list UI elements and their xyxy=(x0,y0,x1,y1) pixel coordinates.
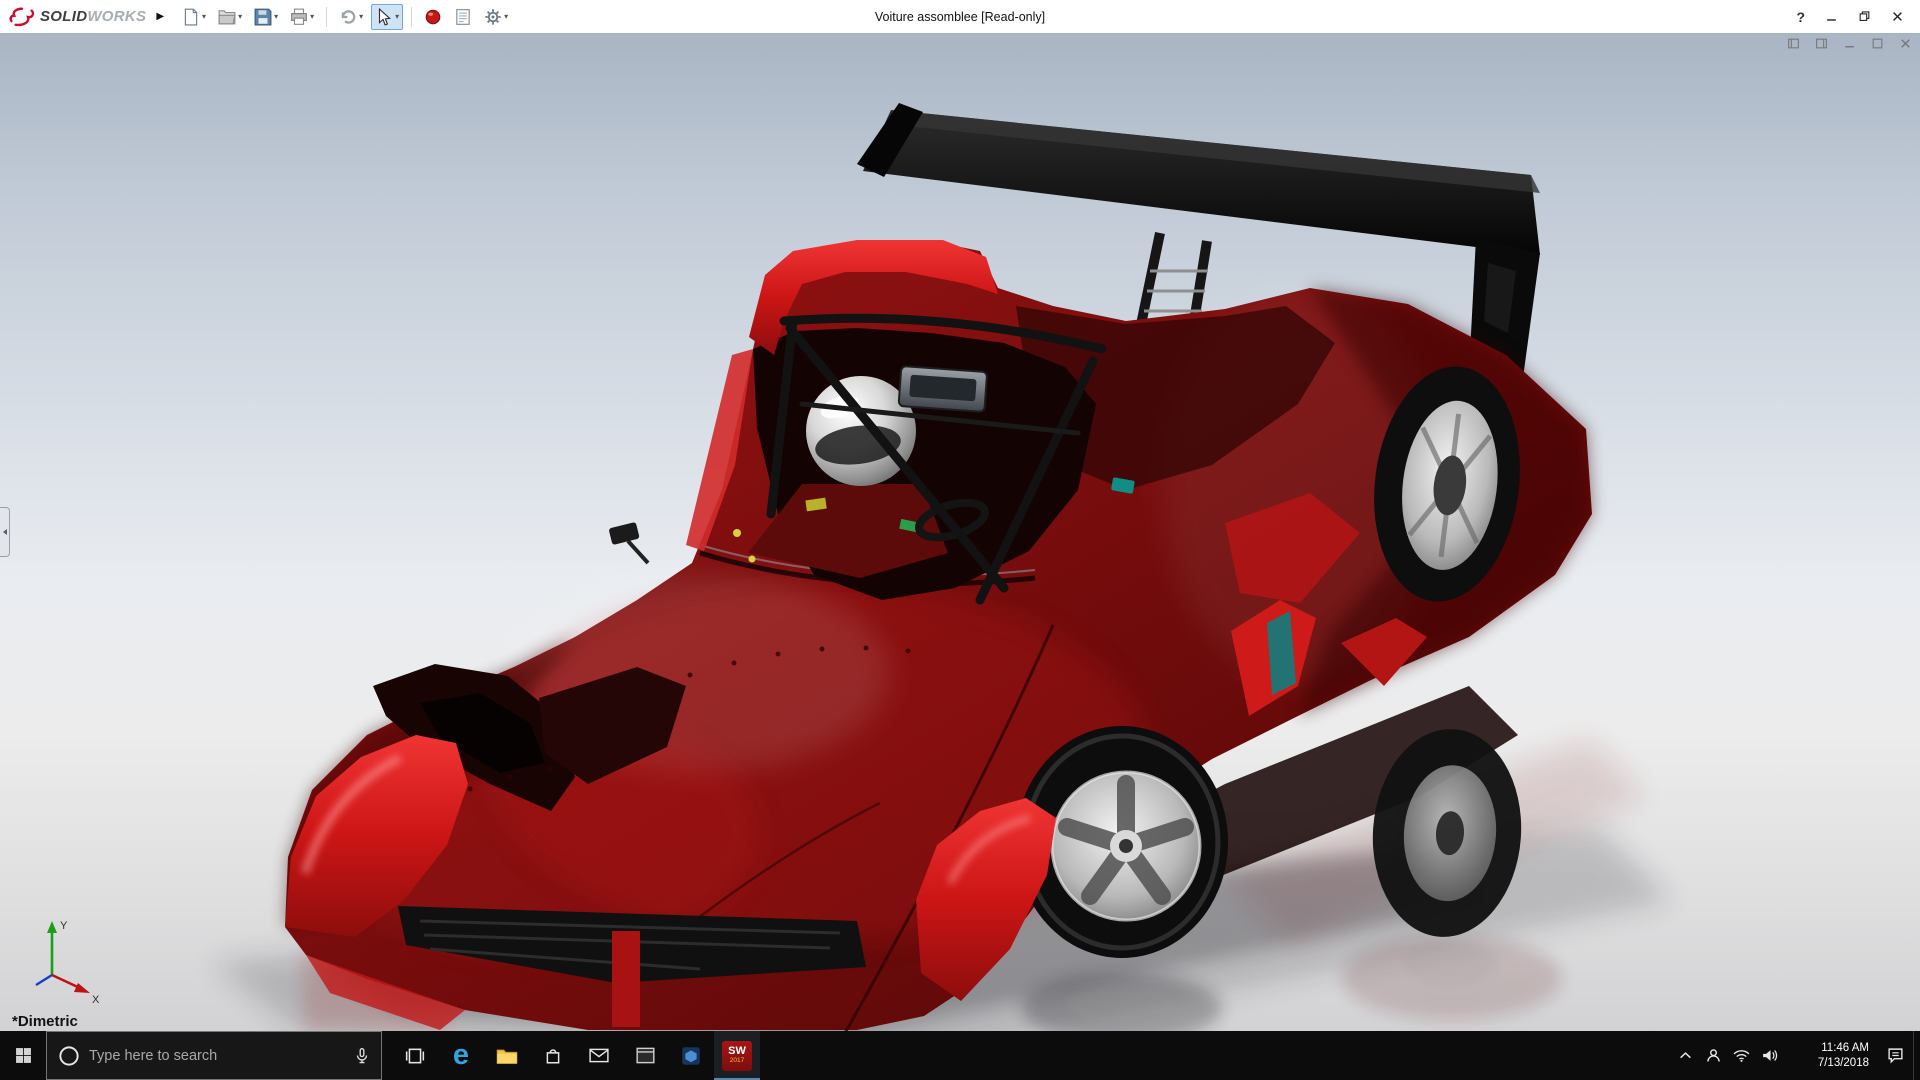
new-document-button[interactable]: ▾ xyxy=(178,4,210,30)
task-view-icon xyxy=(405,1048,425,1064)
y-axis-label: Y xyxy=(60,920,68,932)
dropdown-caret-icon[interactable]: ▾ xyxy=(274,13,278,21)
dock-left-icon[interactable] xyxy=(1787,37,1800,50)
volume-tray-icon[interactable] xyxy=(1755,1031,1783,1080)
file-explorer-icon[interactable] xyxy=(484,1031,530,1080)
hidden-icons-chevron[interactable] xyxy=(1671,1031,1699,1080)
wifi-icon xyxy=(1733,1049,1750,1062)
people-tray-icon[interactable] xyxy=(1699,1031,1727,1080)
cube-app-icon xyxy=(681,1046,701,1066)
taskbar-clock[interactable]: 11:46 AM 7/13/2018 xyxy=(1783,1031,1877,1080)
person-icon xyxy=(1706,1048,1721,1063)
window-app-icon xyxy=(636,1047,655,1064)
chevron-up-icon xyxy=(1679,1051,1692,1060)
speaker-icon xyxy=(1761,1048,1778,1063)
blue-cube-app-icon[interactable] xyxy=(668,1031,714,1080)
dropdown-caret-icon[interactable]: ▾ xyxy=(238,13,242,21)
document-window-controls xyxy=(1787,37,1912,50)
car-model[interactable] xyxy=(285,103,1592,1031)
shopping-bag-icon xyxy=(544,1047,562,1065)
app-title-bar: SOLIDWORKS ▶ ▾ ▾ ▾ ▾ ▾ xyxy=(0,0,1920,33)
solidworks-logo: SOLIDWORKS xyxy=(8,6,146,28)
doc-minimize-icon[interactable] xyxy=(1843,37,1856,50)
sheet-lines-icon xyxy=(454,8,472,26)
select-tool-button[interactable]: ▾ xyxy=(371,4,403,30)
task-view-button[interactable] xyxy=(392,1031,438,1080)
save-icon xyxy=(254,8,272,26)
ds-logo-mark xyxy=(8,6,36,28)
doc-maximize-icon[interactable] xyxy=(1871,37,1884,50)
microphone-icon[interactable] xyxy=(353,1047,371,1065)
restore-icon xyxy=(1858,10,1871,23)
taskbar-spacer xyxy=(760,1031,1671,1080)
toolbar-separator xyxy=(326,7,327,27)
close-button[interactable] xyxy=(1891,10,1904,23)
solidworks-app-badge: SW 2017 xyxy=(722,1041,752,1071)
undo-button[interactable]: ▾ xyxy=(335,4,367,30)
dropdown-caret-icon[interactable]: ▾ xyxy=(202,13,206,21)
dock-right-icon[interactable] xyxy=(1815,37,1828,50)
envelope-icon xyxy=(589,1048,609,1063)
network-tray-icon[interactable] xyxy=(1727,1031,1755,1080)
search-input[interactable] xyxy=(87,1047,347,1065)
new-document-icon xyxy=(182,8,200,26)
appearance-button[interactable] xyxy=(420,4,446,30)
3d-scene[interactable] xyxy=(0,33,1920,1031)
help-button[interactable]: ? xyxy=(1796,9,1805,25)
feature-panel-collapse-tab[interactable] xyxy=(0,507,10,557)
save-button[interactable]: ▾ xyxy=(250,4,282,30)
start-button[interactable] xyxy=(0,1031,46,1080)
undo-icon xyxy=(339,8,357,26)
open-folder-icon xyxy=(218,8,236,26)
print-icon xyxy=(290,8,308,26)
brand-works: WORKS xyxy=(87,8,146,25)
dropdown-caret-icon[interactable]: ▾ xyxy=(310,13,314,21)
menu-flyout-arrow-icon[interactable]: ▶ xyxy=(156,11,164,22)
close-icon xyxy=(1891,10,1904,23)
orientation-triad[interactable]: Y X xyxy=(16,913,108,1005)
clock-date: 7/13/2018 xyxy=(1818,1056,1869,1071)
select-cursor-icon xyxy=(375,8,393,26)
y-axis-arrow xyxy=(47,921,57,933)
show-desktop-strip[interactable] xyxy=(1913,1031,1920,1080)
action-center-icon xyxy=(1887,1047,1904,1064)
open-document-button[interactable]: ▾ xyxy=(214,4,246,30)
view-orientation-label: *Dimetric xyxy=(12,1013,78,1030)
gear-icon xyxy=(484,8,502,26)
solidworks-taskbar-icon[interactable]: SW 2017 xyxy=(714,1031,760,1080)
minimize-button[interactable] xyxy=(1825,10,1838,23)
minimize-icon xyxy=(1825,10,1838,23)
collapse-arrow-icon xyxy=(2,528,8,536)
taskbar-search[interactable] xyxy=(46,1031,382,1080)
sheet-properties-button[interactable] xyxy=(450,4,476,30)
windows-taskbar: e SW 2017 xyxy=(0,1031,1920,1080)
folder-icon xyxy=(496,1047,518,1065)
x-axis-label: X xyxy=(92,994,100,1005)
terminal-app-icon[interactable] xyxy=(622,1031,668,1080)
print-button[interactable]: ▾ xyxy=(286,4,318,30)
brand-solid: SOLID xyxy=(40,8,87,25)
appearance-ball-icon xyxy=(424,8,442,26)
toolbar-separator xyxy=(411,7,412,27)
dropdown-caret-icon[interactable]: ▾ xyxy=(359,13,363,21)
windows-logo-icon xyxy=(15,1047,32,1064)
cortana-icon xyxy=(57,1044,81,1068)
restore-button[interactable] xyxy=(1858,10,1871,23)
dropdown-caret-icon[interactable]: ▾ xyxy=(504,13,508,21)
options-button[interactable]: ▾ xyxy=(480,4,512,30)
action-center-button[interactable] xyxy=(1877,1031,1913,1080)
clock-time: 11:46 AM xyxy=(1821,1041,1869,1056)
dropdown-caret-icon[interactable]: ▾ xyxy=(395,13,399,21)
x-axis-arrow xyxy=(74,983,90,993)
store-icon[interactable] xyxy=(530,1031,576,1080)
graphics-area[interactable]: Y X *Dimetric xyxy=(0,33,1920,1031)
edge-browser-icon[interactable]: e xyxy=(438,1031,484,1080)
doc-close-icon[interactable] xyxy=(1899,37,1912,50)
z-axis-arrow xyxy=(36,975,52,985)
mail-icon[interactable] xyxy=(576,1031,622,1080)
